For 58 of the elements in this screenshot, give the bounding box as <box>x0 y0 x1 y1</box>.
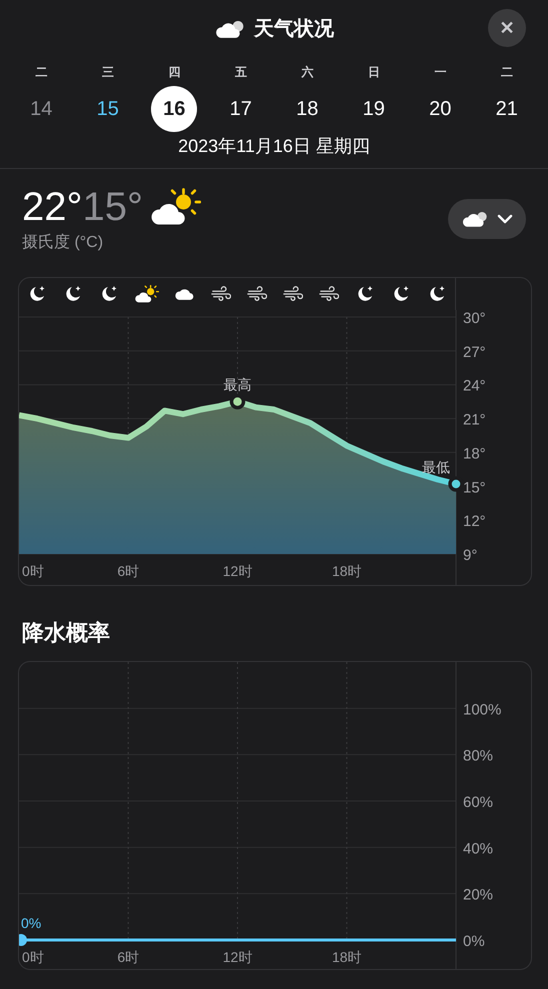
annotation-label: 最高 <box>224 376 252 393</box>
date-button[interactable]: 15 <box>84 86 131 132</box>
x-axis-label: 0时 <box>22 563 44 579</box>
x-axis-label: 6时 <box>117 563 140 579</box>
weekday-label: 六 <box>301 64 314 81</box>
section-title: 降水概率 <box>22 620 110 645</box>
date-button[interactable]: 20 <box>417 86 464 132</box>
y-axis-label: 30° <box>463 310 486 327</box>
annotation-label: 最低 <box>422 459 450 476</box>
y-axis-label: 15° <box>463 479 486 496</box>
wind-icon <box>211 286 231 302</box>
close-button[interactable]: ✕ <box>488 9 526 47</box>
high-temperature: 22° <box>22 184 82 231</box>
date-button[interactable]: 16 <box>151 86 198 132</box>
annotation-label: 0% <box>21 915 42 931</box>
wind-icon <box>283 286 303 302</box>
unit-label: 摄氏度 (°C) <box>22 232 104 253</box>
x-axis-label: 12时 <box>222 563 252 579</box>
weekday-label: 四 <box>168 64 180 81</box>
weekday-label: 三 <box>102 64 114 81</box>
weekday-label: 日 <box>368 64 380 81</box>
condition-dropdown[interactable] <box>448 199 526 239</box>
chevron-down-icon <box>497 213 513 225</box>
low-temperature: 15° <box>82 184 143 231</box>
y-axis-label: 27° <box>463 344 486 361</box>
full-date: 2023年11月16日 星期四 <box>178 135 370 158</box>
x-axis-label: 18时 <box>332 949 362 965</box>
wind-icon <box>247 286 267 302</box>
y-axis-label: 24° <box>463 378 486 395</box>
weekday-label: 二 <box>500 64 513 81</box>
date-button[interactable]: 19 <box>350 86 397 132</box>
y-axis-label: 40% <box>463 840 494 858</box>
sun-cloud-icon <box>151 187 201 227</box>
y-axis-label: 21° <box>463 412 486 429</box>
y-axis-label: 80% <box>463 748 494 765</box>
y-axis-label: 20% <box>463 886 494 904</box>
sun-cloud-icon <box>135 284 159 304</box>
y-axis-label: 0% <box>463 933 485 950</box>
x-axis-label: 0时 <box>22 949 44 965</box>
x-axis-label: 18时 <box>332 563 362 579</box>
x-axis-label: 6时 <box>117 949 140 965</box>
x-axis-label: 12时 <box>222 949 252 965</box>
y-axis-label: 9° <box>463 547 478 564</box>
wind-icon <box>319 286 339 302</box>
date-button[interactable]: 17 <box>218 86 264 132</box>
y-axis-label: 60% <box>463 794 494 811</box>
y-axis-label: 100% <box>463 701 502 718</box>
window-title: 天气状况 <box>254 17 334 42</box>
weekday-label: 一 <box>434 64 446 81</box>
weekday-label: 二 <box>35 64 48 81</box>
date-button[interactable]: 14 <box>18 86 64 132</box>
clouds-icon <box>461 209 489 229</box>
y-axis-label: 18° <box>463 445 486 462</box>
marker-dot <box>230 394 246 410</box>
y-axis-label: 12° <box>463 513 486 530</box>
date-button[interactable]: 18 <box>284 86 330 132</box>
date-button[interactable]: 21 <box>484 86 530 132</box>
weekday-label: 五 <box>234 64 247 81</box>
